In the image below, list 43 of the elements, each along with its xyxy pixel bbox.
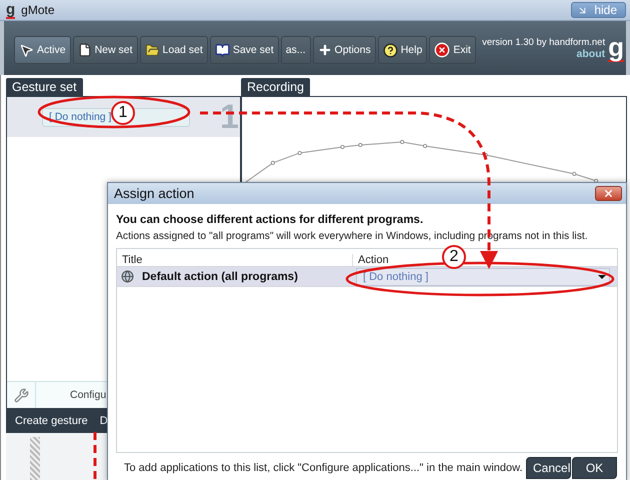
toolbar-button[interactable]: Options: [312, 36, 376, 64]
app-logo: g: [6, 2, 16, 18]
window-title: gMote: [21, 3, 56, 17]
exit-icon: [434, 42, 450, 58]
version-text: version 1.30 by handform.net: [482, 36, 606, 48]
dialog-heading: You can choose different actions for different programs.: [116, 214, 424, 226]
toolbar-button[interactable]: Load set: [140, 36, 208, 64]
book-icon: [214, 42, 230, 58]
globe-icon: [121, 270, 134, 283]
panel-tab[interactable]: Gesture set: [6, 78, 83, 96]
close-button[interactable]: [595, 186, 622, 201]
column-header[interactable]: Title: [117, 254, 353, 266]
hatched-strip: [30, 437, 40, 480]
plus-icon: [318, 43, 332, 57]
dialog-description: Actions assigned to "all programs" will work everywhere in Windows, including programs not in this list.: [116, 231, 589, 242]
dialog-button[interactable]: Cancel: [526, 457, 571, 479]
cursor-icon: [19, 42, 34, 58]
close-icon: [603, 188, 614, 199]
dialog-button[interactable]: OK: [572, 457, 617, 479]
wrench-icon: [14, 388, 28, 402]
toolbar-button[interactable]: Help: [378, 36, 428, 64]
program-row[interactable]: Default action (all programs) [ Do nothing ]: [117, 267, 617, 287]
dialog-title: Assign action: [114, 186, 196, 201]
app-logo: g: [608, 34, 624, 62]
dashed-line: [94, 432, 96, 480]
toolbar-button[interactable]: Exit: [429, 36, 476, 64]
toolbar-button[interactable]: Active: [14, 36, 71, 64]
bottom-bar-button[interactable]: D: [100, 415, 108, 427]
folder-icon: [144, 42, 160, 58]
toolbar-button[interactable]: Save set: [210, 36, 279, 64]
page-icon: [78, 43, 92, 57]
about-link[interactable]: about: [576, 48, 606, 60]
action-dropdown[interactable]: [ Do nothing ]: [356, 268, 610, 286]
help-icon: [382, 42, 398, 58]
column-header[interactable]: Action: [353, 254, 428, 266]
panel-tab[interactable]: Recording: [241, 78, 310, 96]
toolbar-button[interactable]: as...: [280, 36, 311, 64]
arrow-icon: [577, 4, 588, 16]
footer-hint: To add applications to this list, click "Configure applications..." in the main window.: [124, 462, 524, 474]
toolbar-button[interactable]: New set: [72, 36, 138, 64]
program-title: Default action (all programs): [142, 270, 298, 282]
configure-button[interactable]: Configu: [70, 389, 106, 401]
create-gesture-button[interactable]: Create gesture: [15, 415, 88, 427]
